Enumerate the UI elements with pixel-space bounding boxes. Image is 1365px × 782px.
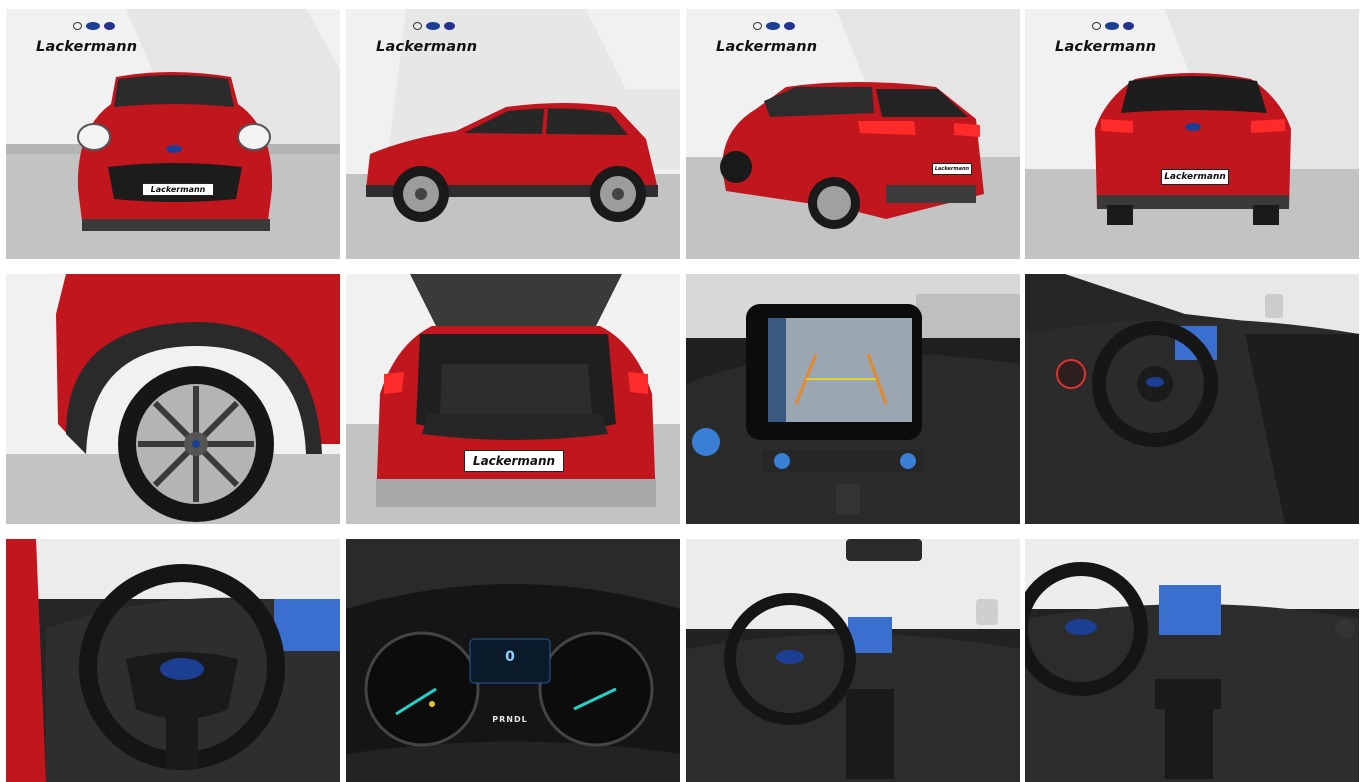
cluster-speed-readout: 0: [505, 649, 515, 665]
opel-icon: [73, 22, 82, 30]
ford-icon: [766, 22, 780, 30]
dealer-logo-text: Lackermann: [1055, 39, 1157, 55]
partner-brand-icons: [406, 19, 462, 33]
hyundai-icon: [104, 22, 115, 30]
dealer-logo: Lackermann: [376, 19, 491, 59]
dealer-logo: Lackermann: [1055, 19, 1170, 59]
dealer-logo: Lackermann: [36, 19, 151, 59]
photo-side-view[interactable]: Lackermann: [346, 9, 680, 259]
dealer-logo-text: Lackermann: [716, 39, 818, 55]
photo-front-view[interactable]: Lackermann Lackermann: [6, 9, 340, 259]
photo-interior-dashboard-angle[interactable]: [1025, 274, 1359, 524]
hyundai-icon: [444, 22, 455, 30]
license-plate: Lackermann: [142, 183, 214, 196]
photo-gallery: Lackermann Lackermann Lackermann Lackerm…: [6, 9, 1360, 782]
license-plate: Lackermann: [1161, 169, 1229, 185]
photo-steering-wheel[interactable]: [6, 539, 340, 782]
ford-icon: [86, 22, 100, 30]
photo-cockpit-center-console[interactable]: [1025, 539, 1359, 782]
photo-open-trunk[interactable]: Lackermann: [346, 274, 680, 524]
dealer-logo-text: Lackermann: [36, 39, 138, 55]
photo-wheel-detail[interactable]: [6, 274, 340, 524]
photo-infotainment-rear-camera[interactable]: [686, 274, 1020, 524]
photo-rear-three-quarter-view[interactable]: Lackermann Lackermann: [686, 9, 1020, 259]
hyundai-icon: [784, 22, 795, 30]
dealer-logo-text: Lackermann: [376, 39, 478, 55]
partner-brand-icons: [746, 19, 802, 33]
photo-cockpit-wide[interactable]: [686, 539, 1020, 782]
ford-icon: [1105, 22, 1119, 30]
opel-icon: [753, 22, 762, 30]
cluster-gear-indicator: PRNDL: [492, 715, 528, 724]
license-plate: Lackermann: [932, 163, 972, 175]
photo-instrument-cluster[interactable]: 0 PRNDL: [346, 539, 680, 782]
photo-rear-view[interactable]: Lackermann Lackermann: [1025, 9, 1359, 259]
license-plate: Lackermann: [464, 450, 564, 472]
hyundai-icon: [1123, 22, 1134, 30]
dealer-logo: Lackermann: [716, 19, 831, 59]
opel-icon: [1092, 22, 1101, 30]
partner-brand-icons: [66, 19, 122, 33]
ford-icon: [426, 22, 440, 30]
opel-icon: [413, 22, 422, 30]
partner-brand-icons: [1085, 19, 1141, 33]
